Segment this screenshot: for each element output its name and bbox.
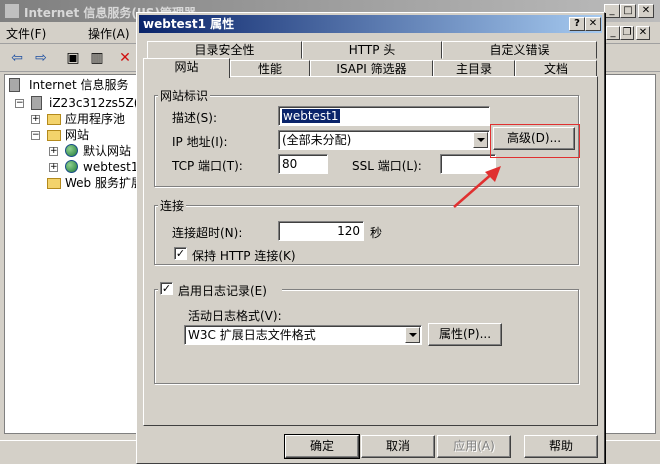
tree-item-apppools[interactable]: + 应用程序池: [9, 111, 125, 127]
tab-documents[interactable]: 文档: [515, 60, 597, 77]
tree-item-default-site[interactable]: + 默认网站: [9, 143, 131, 159]
forward-arrow-icon[interactable]: ⇨: [32, 50, 50, 66]
log-format-label: 活动日志格式(V):: [188, 309, 282, 323]
close-icon[interactable]: ✕: [638, 4, 654, 18]
menu-file[interactable]: 文件(F): [6, 25, 46, 42]
collapse-icon[interactable]: −: [15, 99, 24, 108]
tab-performance[interactable]: 性能: [230, 60, 310, 77]
logging-group-header: ✓ 启用日志记录(E): [158, 281, 282, 299]
description-input[interactable]: webtest1: [278, 106, 490, 126]
child-minimize-icon[interactable]: _: [606, 26, 620, 40]
minimize-icon[interactable]: _: [604, 4, 620, 18]
log-properties-button[interactable]: 属性(P)...: [428, 323, 502, 346]
tab-directory-security[interactable]: 目录安全性: [147, 41, 302, 59]
menu-action[interactable]: 操作(A): [88, 25, 130, 42]
help-button[interactable]: 帮助: [524, 435, 598, 458]
log-format-select[interactable]: W3C 扩展日志文件格式: [184, 325, 422, 345]
connection-group-label: 连接: [158, 197, 187, 214]
timeout-unit: 秒: [370, 226, 383, 240]
timeout-input[interactable]: 120: [278, 221, 364, 241]
globe-icon: [65, 160, 78, 173]
annotation-arrow-icon: [453, 166, 501, 208]
tab-http-headers[interactable]: HTTP 头: [302, 41, 442, 59]
tab-home-directory[interactable]: 主目录: [433, 60, 515, 77]
apply-button[interactable]: 应用(A): [437, 435, 511, 458]
show-tree-icon[interactable]: ▥: [88, 50, 106, 66]
child-close-icon[interactable]: ✕: [636, 26, 650, 40]
collapse-icon[interactable]: −: [31, 131, 40, 140]
tree-item-webtest1[interactable]: + webtest1: [9, 159, 137, 175]
description-label: 描述(S):: [172, 111, 218, 125]
detail-pane: [600, 74, 656, 434]
dialog-title: webtest1 属性: [143, 17, 235, 31]
ip-address-select[interactable]: (全部未分配): [278, 130, 490, 150]
ssl-port-label: SSL 端口(L):: [352, 159, 422, 173]
dialog-close-icon[interactable]: ✕: [585, 17, 601, 31]
cancel-button[interactable]: 取消: [361, 435, 435, 458]
expand-icon[interactable]: +: [49, 147, 58, 156]
maximize-icon[interactable]: □: [620, 4, 636, 18]
tree-item-web-extensions[interactable]: Web 服务扩展: [9, 175, 137, 191]
child-restore-icon[interactable]: ❐: [620, 26, 634, 40]
tab-custom-errors[interactable]: 自定义错误: [442, 41, 597, 59]
help-icon[interactable]: ?: [569, 17, 585, 31]
dialog-title-bar: webtest1 属性: [139, 15, 602, 33]
folder-icon: [47, 178, 61, 189]
up-folder-icon[interactable]: ▣: [64, 50, 82, 66]
folder-icon: [47, 130, 61, 141]
properties-dialog: webtest1 属性 ? ✕ 目录安全性 HTTP 头 自定义错误 网站 性能…: [136, 12, 605, 464]
tab-website[interactable]: 网站: [143, 58, 230, 78]
keepalive-checkbox[interactable]: ✓: [174, 247, 187, 260]
server-icon: [31, 96, 42, 110]
expand-icon[interactable]: +: [31, 115, 40, 124]
ip-address-label: IP 地址(I):: [172, 135, 228, 149]
chevron-down-icon[interactable]: [405, 327, 420, 343]
tree-item-server[interactable]: − iZ23c312zs5Z(本: [9, 95, 137, 111]
enable-logging-label[interactable]: 启用日志记录(E): [178, 282, 267, 299]
tcp-port-input[interactable]: 80: [278, 154, 328, 174]
chevron-down-icon[interactable]: [473, 132, 488, 148]
tree-pane: Internet 信息服务 − iZ23c312zs5Z(本 + 应用程序池 −…: [4, 74, 138, 434]
iis-icon: [9, 78, 20, 92]
annotation-highlight: [490, 124, 580, 158]
back-arrow-icon[interactable]: ⇦: [8, 50, 26, 66]
website-id-group-label: 网站标识: [158, 87, 211, 104]
keepalive-label[interactable]: 保持 HTTP 连接(K): [192, 247, 296, 264]
iis-app-icon: [4, 3, 20, 19]
tab-isapi-filters[interactable]: ISAPI 筛选器: [310, 60, 433, 77]
tree-item-websites[interactable]: − 网站: [9, 127, 89, 143]
tcp-port-label: TCP 端口(T):: [172, 159, 243, 173]
expand-icon[interactable]: +: [49, 163, 58, 172]
timeout-label: 连接超时(N):: [172, 226, 243, 240]
delete-icon[interactable]: ✕: [116, 50, 134, 66]
tree-item-iis[interactable]: Internet 信息服务: [9, 77, 128, 93]
ok-button[interactable]: 确定: [284, 434, 360, 459]
folder-icon: [47, 114, 61, 125]
website-tab-page: 网站标识 描述(S): webtest1 IP 地址(I): (全部未分配) 高…: [143, 76, 598, 426]
enable-logging-checkbox[interactable]: ✓: [160, 282, 173, 295]
globe-icon: [65, 144, 78, 157]
